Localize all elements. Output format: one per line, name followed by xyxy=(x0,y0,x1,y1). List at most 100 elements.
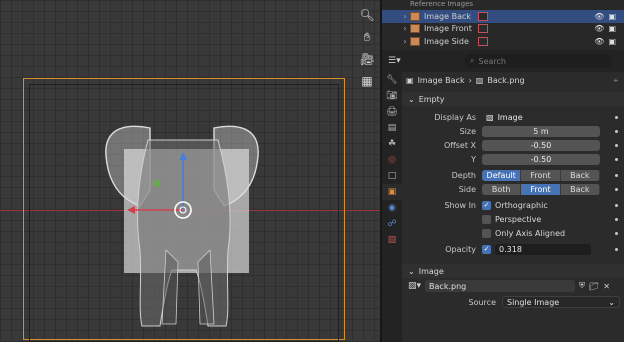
keyframe-dot[interactable] xyxy=(615,231,618,235)
depth-option-default[interactable]: Default xyxy=(482,169,522,181)
keyframe-dot[interactable] xyxy=(615,143,618,147)
outliner-item-image-side[interactable]: › Image Side 👁︎ ▣ xyxy=(382,35,624,48)
side-segmented-control: Both Front Back xyxy=(482,183,600,195)
eye-icon[interactable]: 👁︎ xyxy=(594,24,604,33)
physics-tab-icon[interactable]: ◉ xyxy=(382,200,402,216)
image-name-value: Back.png xyxy=(429,281,467,291)
empty-panel-header[interactable]: ⌄ Empty xyxy=(402,92,624,106)
outliner: Reference Images › Image Back 👁︎ ▣ › Imag… xyxy=(382,0,624,50)
size-field[interactable]: 5 m xyxy=(482,125,600,137)
editor-type-button[interactable]: ☰▾ xyxy=(388,54,406,68)
outliner-item-image-front[interactable]: › Image Front 👁︎ ▣ xyxy=(382,23,624,36)
offset-y-field[interactable]: -0.50 xyxy=(482,153,600,165)
opacity-checkbox[interactable]: ✓ xyxy=(482,244,491,254)
chevron-right-icon[interactable]: › xyxy=(400,24,410,33)
open-folder-icon[interactable]: 📁︎ xyxy=(589,282,599,291)
side-option-both[interactable]: Both xyxy=(482,183,522,195)
camera-view-icon[interactable]: 🎥︎ xyxy=(358,50,376,68)
data-tab-icon[interactable]: ▧ xyxy=(382,232,402,248)
render-camera-icon[interactable]: ▣ xyxy=(608,24,616,33)
grid-view-icon[interactable]: ▦ xyxy=(358,72,376,90)
hand-pan-icon[interactable]: ✋︎ xyxy=(358,28,376,46)
eye-icon[interactable]: 👁︎ xyxy=(594,12,604,21)
outliner-item-label: Image Back xyxy=(424,11,472,21)
offset-y-label: Y xyxy=(471,154,476,164)
3d-viewport[interactable]: 🔍︎ ✋︎ 🎥︎ ▦ xyxy=(0,0,380,342)
image-browse-icon[interactable]: ▧▾ xyxy=(408,281,421,291)
opacity-row: Opacity ✓ 0.318 xyxy=(402,242,624,256)
image-empty-icon xyxy=(410,36,420,46)
keyframe-dot[interactable] xyxy=(615,247,618,251)
properties-tabs: 🔧︎ 📷︎ 🖨︎ ▤ ☘ ◎ □ ▣ ◉ ☍ ▧ xyxy=(382,72,402,342)
image-data-icon xyxy=(478,11,488,21)
keyframe-dot[interactable] xyxy=(615,129,618,133)
keyframe-dot[interactable] xyxy=(615,173,618,177)
outliner-item-image-back[interactable]: › Image Back 👁︎ ▣ xyxy=(382,10,624,23)
world-tab-icon[interactable]: ◎ xyxy=(382,152,402,168)
output-tab-icon[interactable]: 🖨︎ xyxy=(382,104,402,120)
render-camera-icon[interactable]: ▣ xyxy=(608,37,616,46)
collection-tab-icon[interactable]: □ xyxy=(382,168,402,184)
keyframe-dot[interactable] xyxy=(615,157,618,161)
scene-tab-icon[interactable]: ☘ xyxy=(382,136,402,152)
only-axis-aligned-checkbox[interactable]: Only Axis Aligned xyxy=(482,228,565,238)
offset-x-row: Offset X -0.50 xyxy=(402,138,624,152)
breadcrumb-object: Image Back xyxy=(417,75,465,85)
source-label: Source xyxy=(468,297,496,307)
chevron-right-icon[interactable]: › xyxy=(400,12,410,21)
search-icon: ⌕ xyxy=(470,56,475,65)
keyframe-dot[interactable] xyxy=(615,203,618,207)
image-empty-icon xyxy=(410,11,420,21)
search-placeholder: Search xyxy=(478,56,506,66)
breadcrumb: ▣ Image Back › ▧ Back.png ⌖ xyxy=(402,72,624,88)
eye-icon[interactable]: 👁︎ xyxy=(594,37,604,46)
breadcrumb-data: Back.png xyxy=(487,75,525,85)
size-label: Size xyxy=(459,126,476,136)
side-label: Side xyxy=(458,184,476,194)
chevron-down-icon: ⌄ xyxy=(608,297,615,307)
image-icon: ▧ xyxy=(475,75,484,85)
image-empty-icon xyxy=(410,24,420,34)
depth-option-back[interactable]: Back xyxy=(560,169,600,181)
perspective-checkbox[interactable]: Perspective xyxy=(482,214,541,224)
image-data-icon xyxy=(478,36,488,46)
depth-segmented-control: Default Front Back xyxy=(482,169,600,181)
keyframe-dot[interactable] xyxy=(615,217,618,221)
view-layer-tab-icon[interactable]: ▤ xyxy=(382,120,402,136)
opacity-field[interactable]: 0.318 xyxy=(495,243,591,255)
source-dropdown[interactable]: Single Image ⌄ xyxy=(502,296,620,308)
outliner-item-label: Image Front xyxy=(424,24,472,34)
display-as-row: Display As ▧ Image xyxy=(402,110,624,124)
collection-label: Reference Images xyxy=(410,0,474,8)
orthographic-checkbox[interactable]: ✓ Orthographic xyxy=(482,200,548,210)
display-as-dropdown[interactable]: ▧ Image xyxy=(482,111,600,123)
image-panel-header[interactable]: ⌄ Image xyxy=(402,264,624,278)
properties-header: ☰▾ ⌕ Search xyxy=(382,50,624,72)
offset-x-field[interactable]: -0.50 xyxy=(482,139,600,151)
source-row: Source Single Image ⌄ xyxy=(402,294,624,310)
close-icon[interactable]: ✕ xyxy=(603,282,610,291)
checkmark-icon: ✓ xyxy=(482,200,491,210)
image-name-field[interactable]: Back.png xyxy=(425,280,576,292)
keyframe-dot[interactable] xyxy=(615,115,618,119)
render-tab-icon[interactable]: 📷︎ xyxy=(382,88,402,104)
tool-tab-icon[interactable]: 🔧︎ xyxy=(382,72,402,88)
perspective-row: Perspective xyxy=(402,212,624,226)
keyframe-dot[interactable] xyxy=(615,187,618,191)
constraints-tab-icon[interactable]: ☍ xyxy=(382,216,402,232)
depth-option-front[interactable]: Front xyxy=(521,169,561,181)
object-tab-icon[interactable]: ▣ xyxy=(382,184,402,200)
side-option-back[interactable]: Back xyxy=(560,183,600,195)
pin-icon[interactable]: ⌖ xyxy=(613,76,618,86)
outliner-collection-header[interactable]: Reference Images xyxy=(382,0,624,10)
chevron-right-icon[interactable]: › xyxy=(400,37,410,46)
fake-user-shield-icon[interactable]: ⛨ xyxy=(579,281,585,291)
search-input[interactable]: ⌕ Search xyxy=(464,54,612,68)
blender-window: 🔍︎ ✋︎ 🎥︎ ▦ Reference Images › Image Back… xyxy=(0,0,624,342)
opacity-label: Opacity xyxy=(445,244,476,254)
render-camera-icon[interactable]: ▣ xyxy=(608,12,616,21)
side-row: Side Both Front Back xyxy=(402,182,624,196)
side-option-front[interactable]: Front xyxy=(521,183,561,195)
zoom-icon[interactable]: 🔍︎ xyxy=(358,6,376,24)
display-as-label: Display As xyxy=(434,112,476,122)
